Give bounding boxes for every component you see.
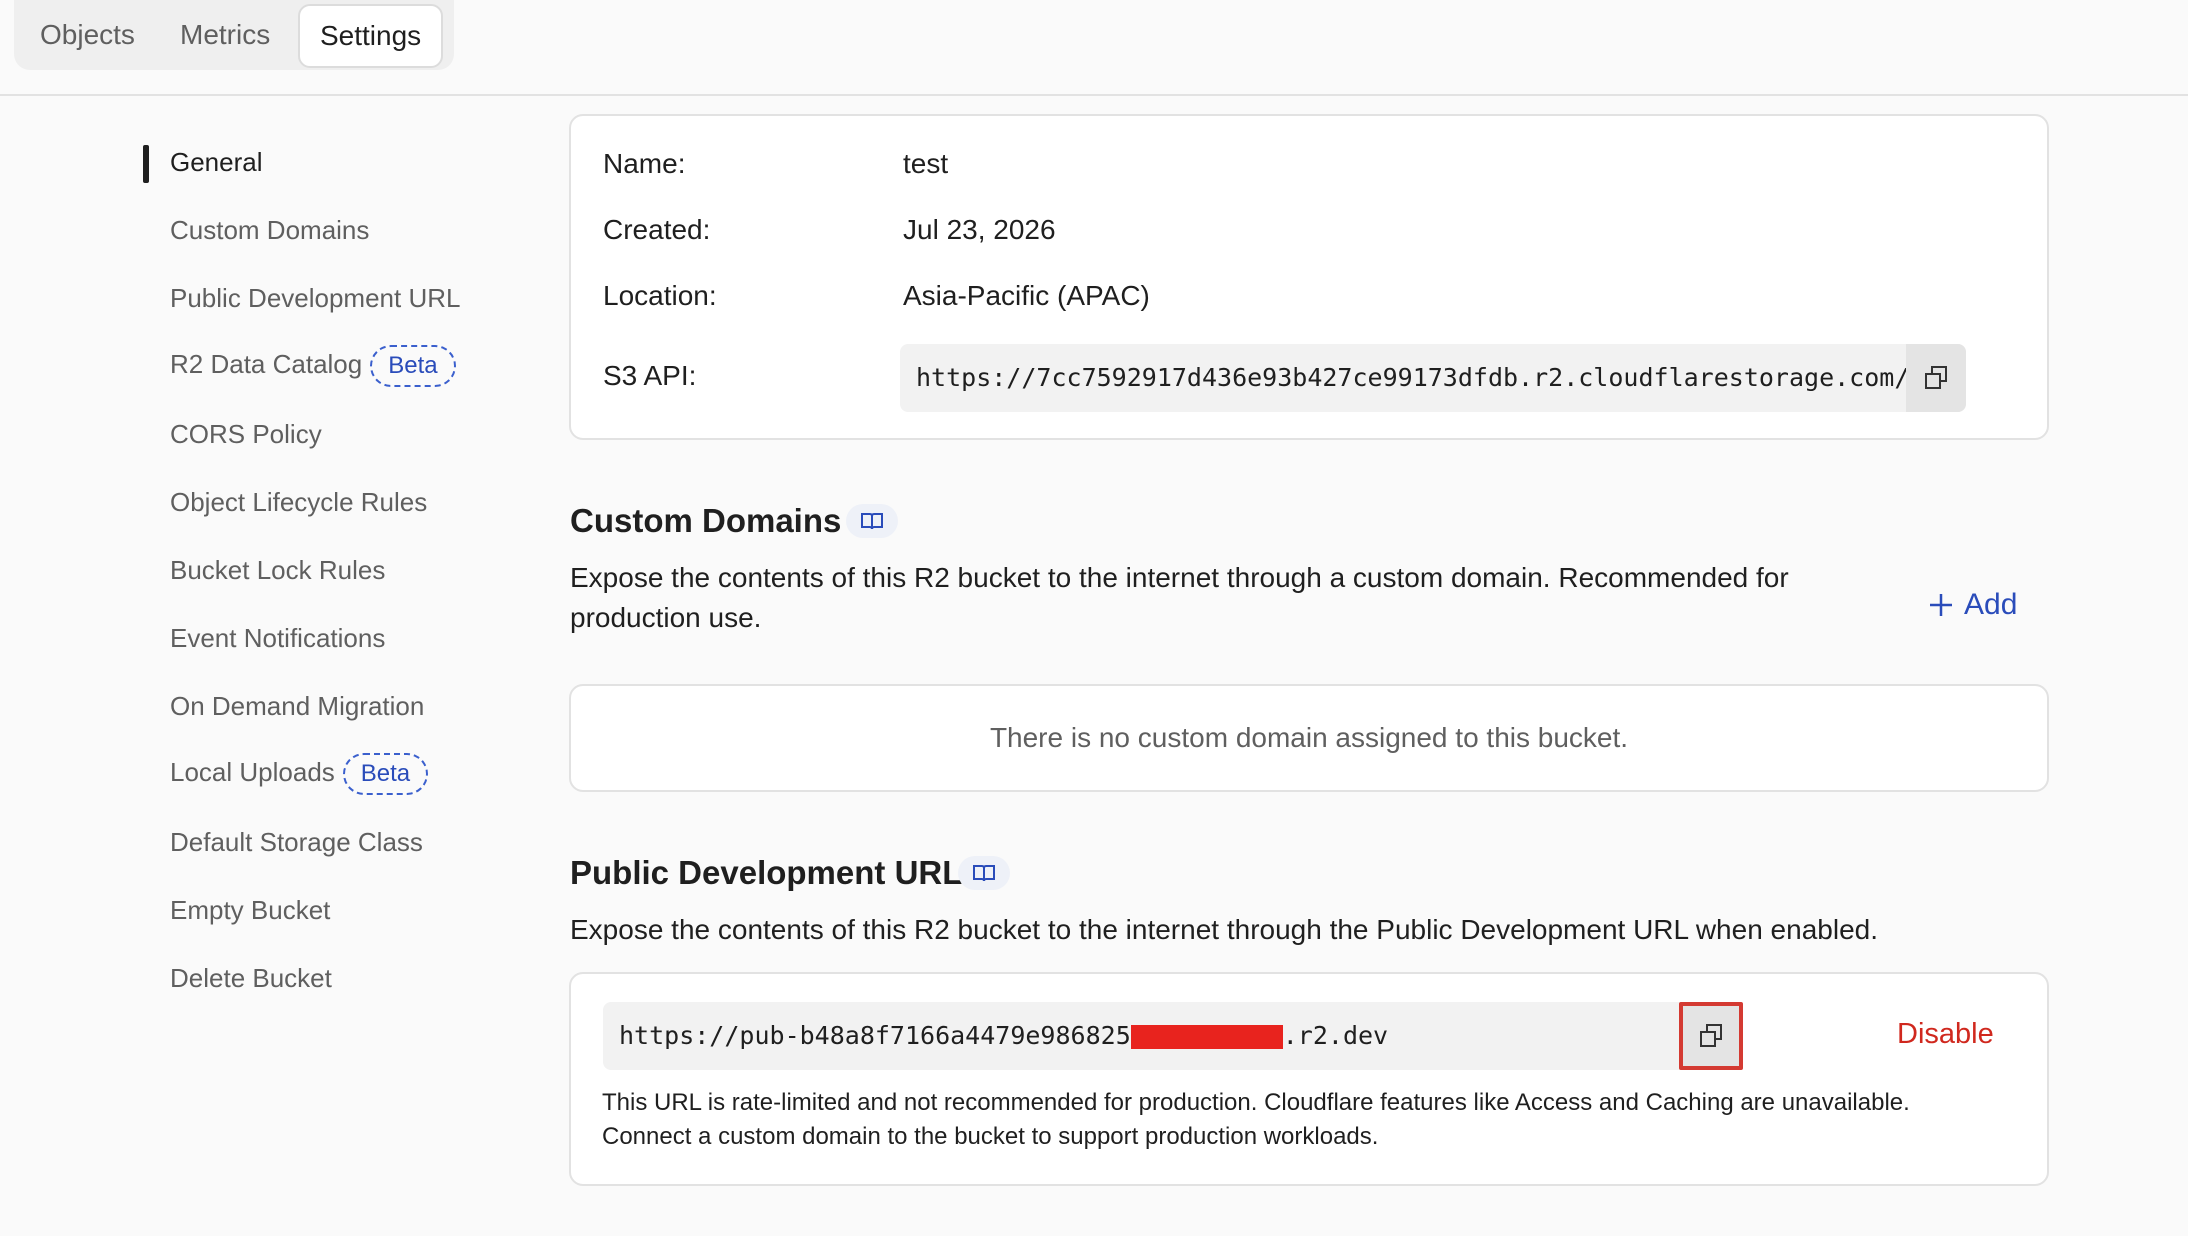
s3-api-field[interactable]: https://7cc7592917d436e93b427ce99173dfdb… [900, 344, 1966, 412]
custom-domains-docs-link[interactable] [846, 504, 898, 538]
divider [0, 94, 2188, 96]
tab-objects[interactable]: Objects [40, 4, 135, 66]
sidebar-item-public-development-url[interactable]: Public Development URL [170, 283, 460, 314]
sidebar-item-on-demand-migration[interactable]: On Demand Migration [170, 691, 424, 722]
book-icon [861, 513, 883, 530]
sidebar-item-object-lifecycle-rules[interactable]: Object Lifecycle Rules [170, 487, 427, 518]
public-dev-url-field[interactable]: https://pub-b48a8f7166a4479e986825 .r2.de… [603, 1002, 1743, 1070]
s3-api-value: https://7cc7592917d436e93b427ce99173dfdb… [916, 363, 1955, 392]
empty-state-message: There is no custom domain assigned to th… [989, 722, 1629, 753]
location-label: Location: [603, 280, 717, 311]
url-prefix: https://pub-b48a8f7166a4479e986825 [619, 1021, 1131, 1050]
url-suffix: .r2.dev [1282, 1021, 1389, 1050]
sidebar-item-event-notifications[interactable]: Event Notifications [170, 623, 385, 654]
sidebar-item-local-uploads[interactable]: Local Uploads Beta [170, 753, 429, 795]
rate-limit-note: This URL is rate-limited and not recomme… [602, 1086, 2022, 1154]
custom-domains-description: Expose the contents of this R2 bucket to… [570, 562, 1789, 633]
sidebar-item-default-storage-class[interactable]: Default Storage Class [170, 827, 423, 858]
name-value: test [903, 148, 949, 179]
sidebar-item-cors-policy[interactable]: CORS Policy [170, 419, 322, 450]
general-card: Name: test Created: Jul 23, 2026 Locatio… [569, 114, 2049, 440]
redaction-bar [1130, 1025, 1283, 1049]
tab-settings[interactable]: Settings [298, 4, 444, 68]
add-custom-domain-button[interactable]: Add [1928, 588, 2017, 622]
sidebar-item-empty-bucket[interactable]: Empty Bucket [170, 895, 330, 926]
public-dev-url-copy-button[interactable] [1679, 1002, 1743, 1070]
beta-badge: Beta [370, 345, 456, 387]
public-dev-url-title: Public Development URL [570, 854, 963, 891]
add-label: Add [1964, 588, 2018, 621]
sidebar-item-delete-bucket[interactable]: Delete Bucket [170, 963, 332, 994]
created-value: Jul 23, 2026 [903, 214, 1056, 245]
sidebar-item-label: Local Uploads [170, 756, 335, 787]
public-dev-url-docs-link[interactable] [958, 856, 1010, 890]
public-dev-url-description: Expose the contents of this R2 bucket to… [570, 914, 1878, 945]
disable-button[interactable]: Disable [1897, 1018, 1994, 1051]
sidebar-item-r2-data-catalog[interactable]: R2 Data Catalog Beta [170, 345, 456, 387]
sidebar-item-general[interactable]: General [170, 147, 263, 178]
active-indicator [143, 145, 149, 183]
created-label: Created: [603, 214, 711, 245]
location-value: Asia-Pacific (APAC) [903, 280, 1150, 311]
note-line-1: This URL is rate-limited and not recomme… [602, 1089, 1910, 1116]
custom-domains-card: There is no custom domain assigned to th… [569, 684, 2049, 792]
name-label: Name: [603, 148, 686, 179]
sidebar-item-custom-domains[interactable]: Custom Domains [170, 215, 369, 246]
book-icon [973, 865, 995, 882]
tab-metrics[interactable]: Metrics [180, 4, 270, 66]
s3-api-copy-button[interactable] [1906, 344, 1966, 412]
sidebar-item-label: R2 Data Catalog [170, 348, 363, 379]
sidebar-item-bucket-lock-rules[interactable]: Bucket Lock Rules [170, 555, 385, 586]
copy-icon [1700, 1024, 1722, 1047]
copy-icon [1925, 366, 1947, 389]
tab-bar: Objects Metrics Settings [14, 0, 454, 70]
plus-icon [1930, 594, 1952, 616]
s3-api-label: S3 API: [603, 360, 697, 391]
beta-badge: Beta [342, 753, 429, 795]
note-line-2: Connect a custom domain to the bucket to… [602, 1123, 1379, 1150]
custom-domains-title: Custom Domains [570, 502, 842, 539]
